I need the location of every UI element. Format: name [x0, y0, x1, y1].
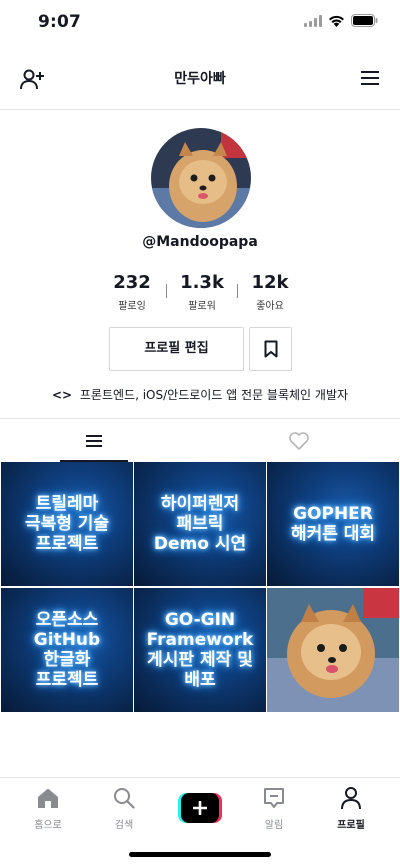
thumbnail-text: 하이퍼렌저 패브릭 Demo 시연 [153, 494, 247, 554]
video-thumbnail[interactable]: GO-GIN Framework 게시판 제작 및 배포 [134, 588, 266, 712]
video-thumbnail[interactable] [267, 588, 399, 712]
edit-profile-button[interactable]: 프로필 편집 [109, 327, 244, 371]
wifi-icon [329, 15, 344, 27]
home-indicator [129, 852, 271, 857]
stat-value: 12k [251, 272, 289, 293]
nav-inbox[interactable]: 알림 [239, 786, 309, 831]
bio: <> 프론트엔드, iOS/안드로이드 앱 전문 블록체인 개발자 [0, 386, 400, 403]
profile-stats: 232 팔로잉 1.3k 팔로워 12k 좋아요 [0, 272, 400, 316]
nav-label: 홈으로 [34, 820, 62, 831]
username: @Mandoopapa [142, 234, 258, 250]
nav-label: 검색 [114, 820, 134, 831]
thumbnail-text: 트릴레마 극복형 기술 프로젝트 [24, 494, 110, 554]
signal-icon [304, 14, 322, 27]
stat-following[interactable]: 232 팔로잉 [92, 272, 172, 312]
nav-profile[interactable]: 프로필 [316, 786, 386, 831]
battery-icon [351, 14, 378, 27]
profile-icon [341, 787, 361, 810]
thumbnail-text: GOPHER 해커톤 대회 [290, 504, 376, 544]
nav-home[interactable]: 홈으로 [13, 786, 83, 831]
pomeranian-dog-photo [267, 588, 399, 712]
profile-tabs [0, 418, 400, 462]
code-icon: <> [51, 388, 73, 402]
search-icon [114, 788, 135, 809]
tab-liked[interactable] [234, 419, 364, 463]
inbox-icon [264, 788, 284, 808]
nav-label: 프로필 [337, 820, 365, 831]
avatar[interactable] [151, 128, 251, 228]
thumbnail-text: GO-GIN Framework 게시판 제작 및 배포 [146, 610, 254, 690]
video-thumbnail[interactable]: 오픈소스 GitHub 한글화 프로젝트 [1, 588, 133, 712]
stat-label: 팔로잉 [118, 301, 146, 312]
bookmark-button[interactable] [249, 327, 292, 371]
bio-text: 프론트엔드, iOS/안드로이드 앱 전문 블록체인 개발자 [79, 388, 349, 402]
menu-icon[interactable] [358, 66, 382, 90]
thumbnail-text: 오픈소스 GitHub 한글화 프로젝트 [33, 610, 101, 690]
video-thumbnail[interactable]: 하이퍼렌저 패브릭 Demo 시연 [134, 462, 266, 586]
nav-label: 알림 [264, 820, 284, 831]
nav-search[interactable]: 검색 [89, 786, 159, 831]
stat-label: 좋아요 [256, 301, 284, 312]
list-icon [86, 435, 102, 447]
stat-value: 232 [113, 272, 151, 293]
page-title: 만두아빠 [174, 71, 226, 87]
dog-avatar-image [151, 128, 251, 228]
video-grid: 트릴레마 극복형 기술 프로젝트 하이퍼렌저 패브릭 Demo 시연 GOPHER 해커톤… [0, 462, 400, 713]
create-button[interactable] [178, 793, 222, 823]
plus-icon [178, 793, 222, 823]
bookmark-icon [264, 340, 277, 358]
tab-videos[interactable] [29, 419, 159, 463]
status-bar: 9:07 [0, 0, 400, 44]
status-icons [304, 14, 378, 27]
stat-likes[interactable]: 12k 좋아요 [230, 272, 310, 312]
profile-header: 만두아빠 [0, 50, 400, 110]
video-thumbnail[interactable]: GOPHER 해커톤 대회 [267, 462, 399, 586]
home-icon [38, 788, 58, 808]
heart-icon [289, 432, 309, 450]
video-thumbnail[interactable]: 트릴레마 극복형 기술 프로젝트 [1, 462, 133, 586]
status-time: 9:07 [38, 12, 82, 32]
